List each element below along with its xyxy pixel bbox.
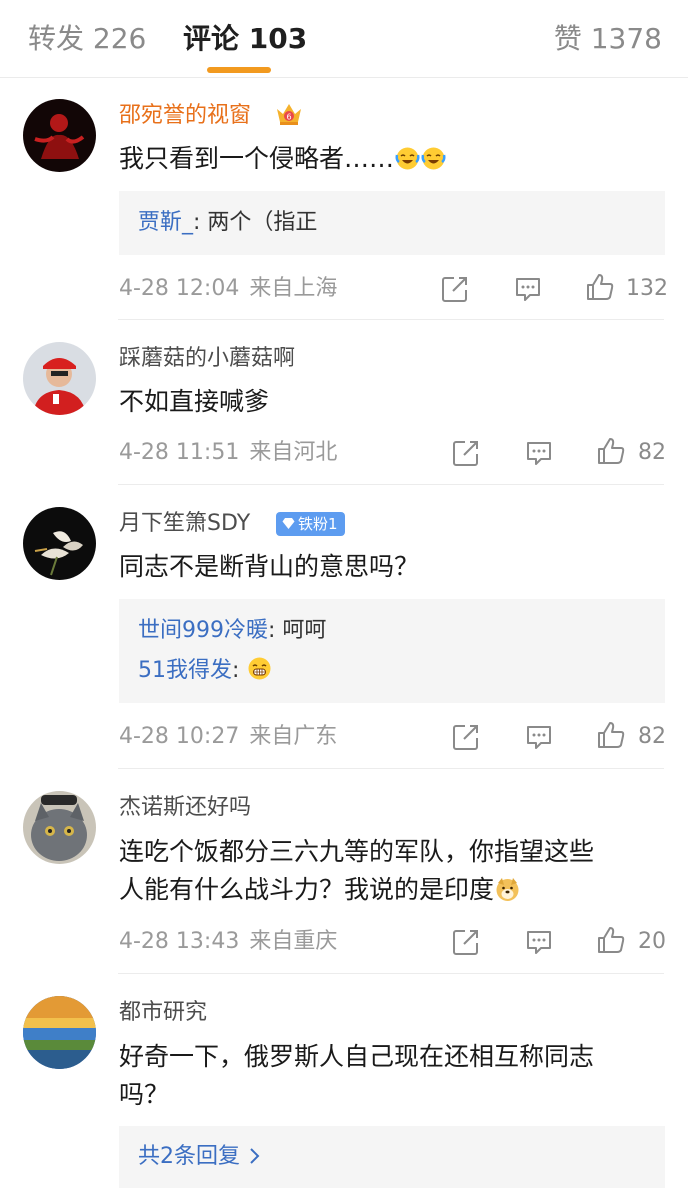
share-icon[interactable] [451, 927, 481, 957]
comment-time: 4-28 13:43 [119, 929, 240, 954]
comment-text-line-body: 人能有什么战斗力？我说的是印度 [119, 875, 495, 904]
tab-repost[interactable]: 转发 226 [28, 20, 146, 58]
comment-location: 来自重庆 [249, 929, 338, 954]
diamond-icon [282, 518, 295, 529]
laugh-cry-emoji-icon [395, 147, 420, 170]
comment-text: 我只看到一个侵略者…… [119, 140, 667, 178]
like-count: 82 [638, 724, 666, 749]
avatar[interactable] [23, 996, 96, 1069]
tab-likes[interactable]: 赞 1378 [554, 20, 662, 58]
reply-username[interactable]: 世间999冷暖 [138, 618, 268, 643]
chevron-right-icon [250, 1148, 260, 1164]
avatar[interactable] [23, 342, 96, 415]
svg-text:6: 6 [286, 113, 291, 122]
reply-box[interactable]: 世间999冷暖: 呵呵 51我得发: [119, 599, 665, 703]
reply-item: 贾靳_: 两个（指正 [138, 208, 317, 238]
comment-icon[interactable] [524, 722, 554, 752]
comment-meta: 4-28 10:27 来自广东 [119, 722, 337, 752]
laugh-cry-emoji-icon [421, 147, 446, 170]
comment-text: 同志不是断背山的意思吗？ [119, 552, 420, 581]
active-tab-indicator [207, 67, 271, 73]
avatar[interactable] [23, 507, 96, 580]
reply-item: 51我得发: [138, 656, 272, 686]
comment-username[interactable]: 杰诺斯还好吗 [119, 793, 251, 823]
more-replies-link[interactable]: 共2条回复 [138, 1142, 262, 1172]
comment-username[interactable]: 踩蘑菇的小蘑菇啊 [119, 344, 295, 374]
doge-emoji-icon [496, 878, 519, 901]
like-count: 20 [638, 929, 666, 954]
comment-time: 4-28 10:27 [119, 724, 240, 749]
divider [118, 484, 664, 485]
reply-box[interactable]: 共2条回复 [119, 1126, 665, 1188]
reply-box[interactable]: 贾靳_: 两个（指正 [119, 191, 665, 255]
comment-username[interactable]: 都市研究 [119, 998, 207, 1028]
comment-icon[interactable] [524, 438, 554, 468]
comment-icon[interactable] [513, 274, 543, 304]
comment-text: 不如直接喊爹 [119, 387, 270, 416]
comment-location: 来自河北 [249, 440, 338, 465]
comment-text-line: 连吃个饭都分三六九等的军队，你指望这些 [119, 837, 595, 866]
vip-crown-icon: 6 [275, 101, 303, 127]
comment-meta: 4-28 12:04 来自上海 [119, 274, 337, 304]
comment-username[interactable]: 邵宛誉的视窗 [119, 101, 251, 131]
reply-text: : [232, 658, 247, 683]
reply-item: 世间999冷暖: 呵呵 [138, 616, 326, 646]
like-icon[interactable] [596, 436, 626, 466]
comment-tabs: 转发 226 评论 103 赞 1378 [0, 0, 688, 78]
comment-time: 4-28 12:04 [119, 276, 240, 301]
comment-username[interactable]: 月下笙箫SDY [119, 509, 250, 539]
comment-text-line: 人能有什么战斗力？我说的是印度 [119, 871, 667, 909]
avatar[interactable] [23, 99, 96, 172]
fan-badge: 铁粉1 [276, 512, 345, 536]
share-icon[interactable] [451, 722, 481, 752]
like-icon[interactable] [596, 720, 626, 750]
reply-username[interactable]: 51我得发 [138, 658, 232, 683]
comment-meta: 4-28 11:51 来自河北 [119, 438, 337, 468]
like-icon[interactable] [596, 925, 626, 955]
comment-location: 来自上海 [249, 276, 338, 301]
divider [118, 319, 664, 320]
share-icon[interactable] [451, 438, 481, 468]
fan-badge-label: 铁粉1 [298, 515, 338, 533]
comment-body: 我只看到一个侵略者…… [119, 144, 395, 173]
comment-text: 好奇一下，俄罗斯人自己现在还相互称同志 吗？ [119, 1038, 667, 1114]
share-icon[interactable] [440, 274, 470, 304]
comment-meta: 4-28 13:43 来自重庆 [119, 927, 337, 957]
comment-text: 连吃个饭都分三六九等的军队，你指望这些 人能有什么战斗力？我说的是印度 [119, 833, 667, 909]
reply-text: : 呵呵 [268, 618, 327, 643]
comment-text-line: 好奇一下，俄罗斯人自己现在还相互称同志 [119, 1042, 595, 1071]
comment-icon[interactable] [524, 927, 554, 957]
tab-comments[interactable]: 评论 103 [183, 20, 307, 58]
like-count: 132 [626, 276, 668, 301]
comment-time: 4-28 11:51 [119, 440, 240, 465]
divider [118, 973, 664, 974]
like-icon[interactable] [585, 272, 615, 302]
like-count: 82 [638, 440, 666, 465]
avatar[interactable] [23, 791, 96, 864]
comment-text-line: 吗？ [119, 1080, 170, 1109]
grin-emoji-icon [248, 657, 271, 680]
comment-location: 来自广东 [249, 724, 338, 749]
reply-text: : 两个（指正 [193, 210, 318, 235]
divider [118, 768, 664, 769]
reply-username[interactable]: 贾靳_ [138, 210, 193, 235]
more-replies-label: 共2条回复 [138, 1144, 240, 1169]
